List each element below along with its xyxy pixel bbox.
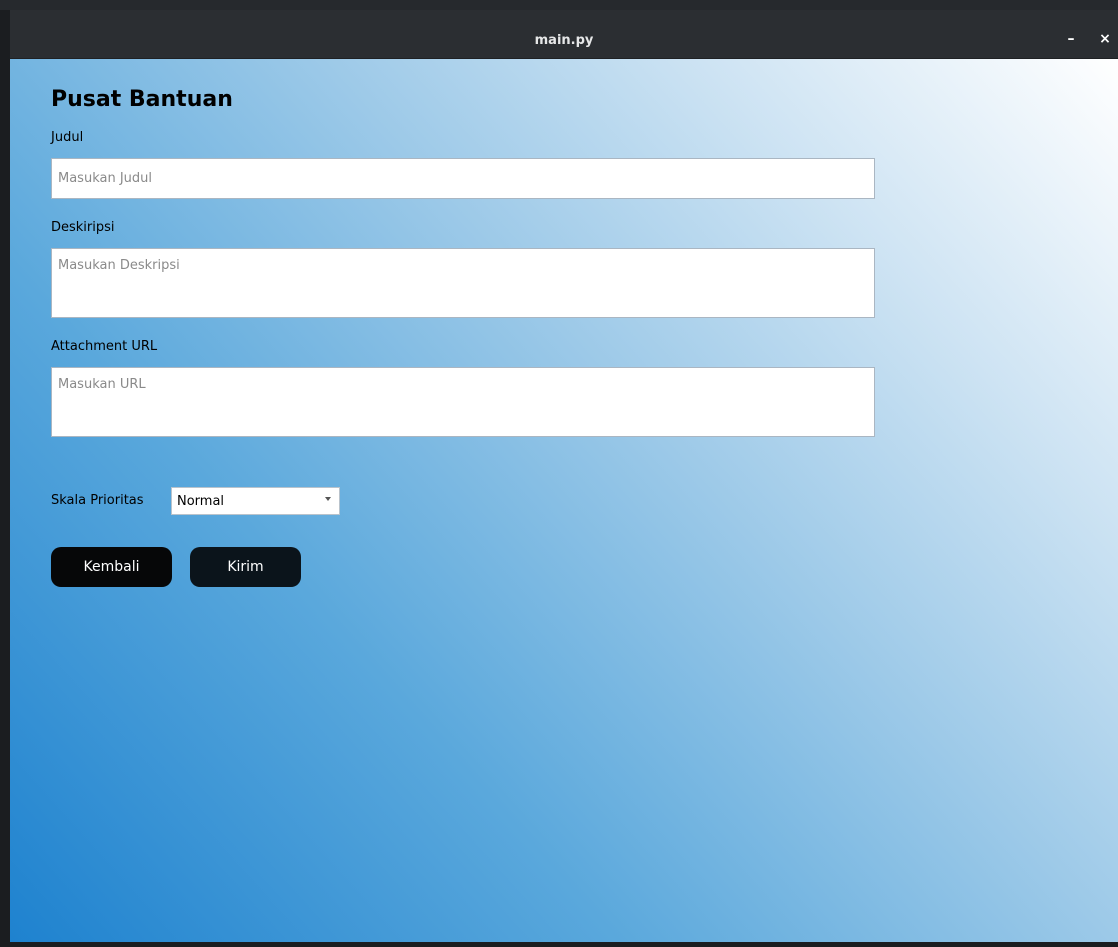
judul-input[interactable] (51, 158, 875, 199)
page-title: Pusat Bantuan (51, 87, 233, 112)
desktop-background (0, 0, 1118, 10)
form-panel: Pusat Bantuan Judul Deskiripsi Attachmen… (10, 59, 1118, 942)
minimize-icon[interactable]: – (1062, 28, 1080, 47)
chevron-down-icon (325, 497, 331, 501)
attachment-url-textarea[interactable] (51, 367, 875, 437)
priority-label: Skala Prioritas (51, 493, 144, 508)
deskripsi-textarea[interactable] (51, 248, 875, 318)
deskripsi-label: Deskiripsi (51, 220, 115, 235)
attachment-url-label: Attachment URL (51, 339, 158, 354)
priority-selected-value: Normal (177, 494, 225, 509)
window-titlebar[interactable]: main.py – × (10, 10, 1118, 59)
submit-button[interactable]: Kirim (190, 547, 301, 587)
back-button[interactable]: Kembali (51, 547, 172, 587)
close-icon[interactable]: × (1096, 28, 1114, 47)
priority-select[interactable]: Normal (171, 487, 340, 515)
judul-label: Judul (51, 130, 84, 145)
app-window: main.py – × Pusat Bantuan Judul Deskirip… (10, 10, 1118, 942)
